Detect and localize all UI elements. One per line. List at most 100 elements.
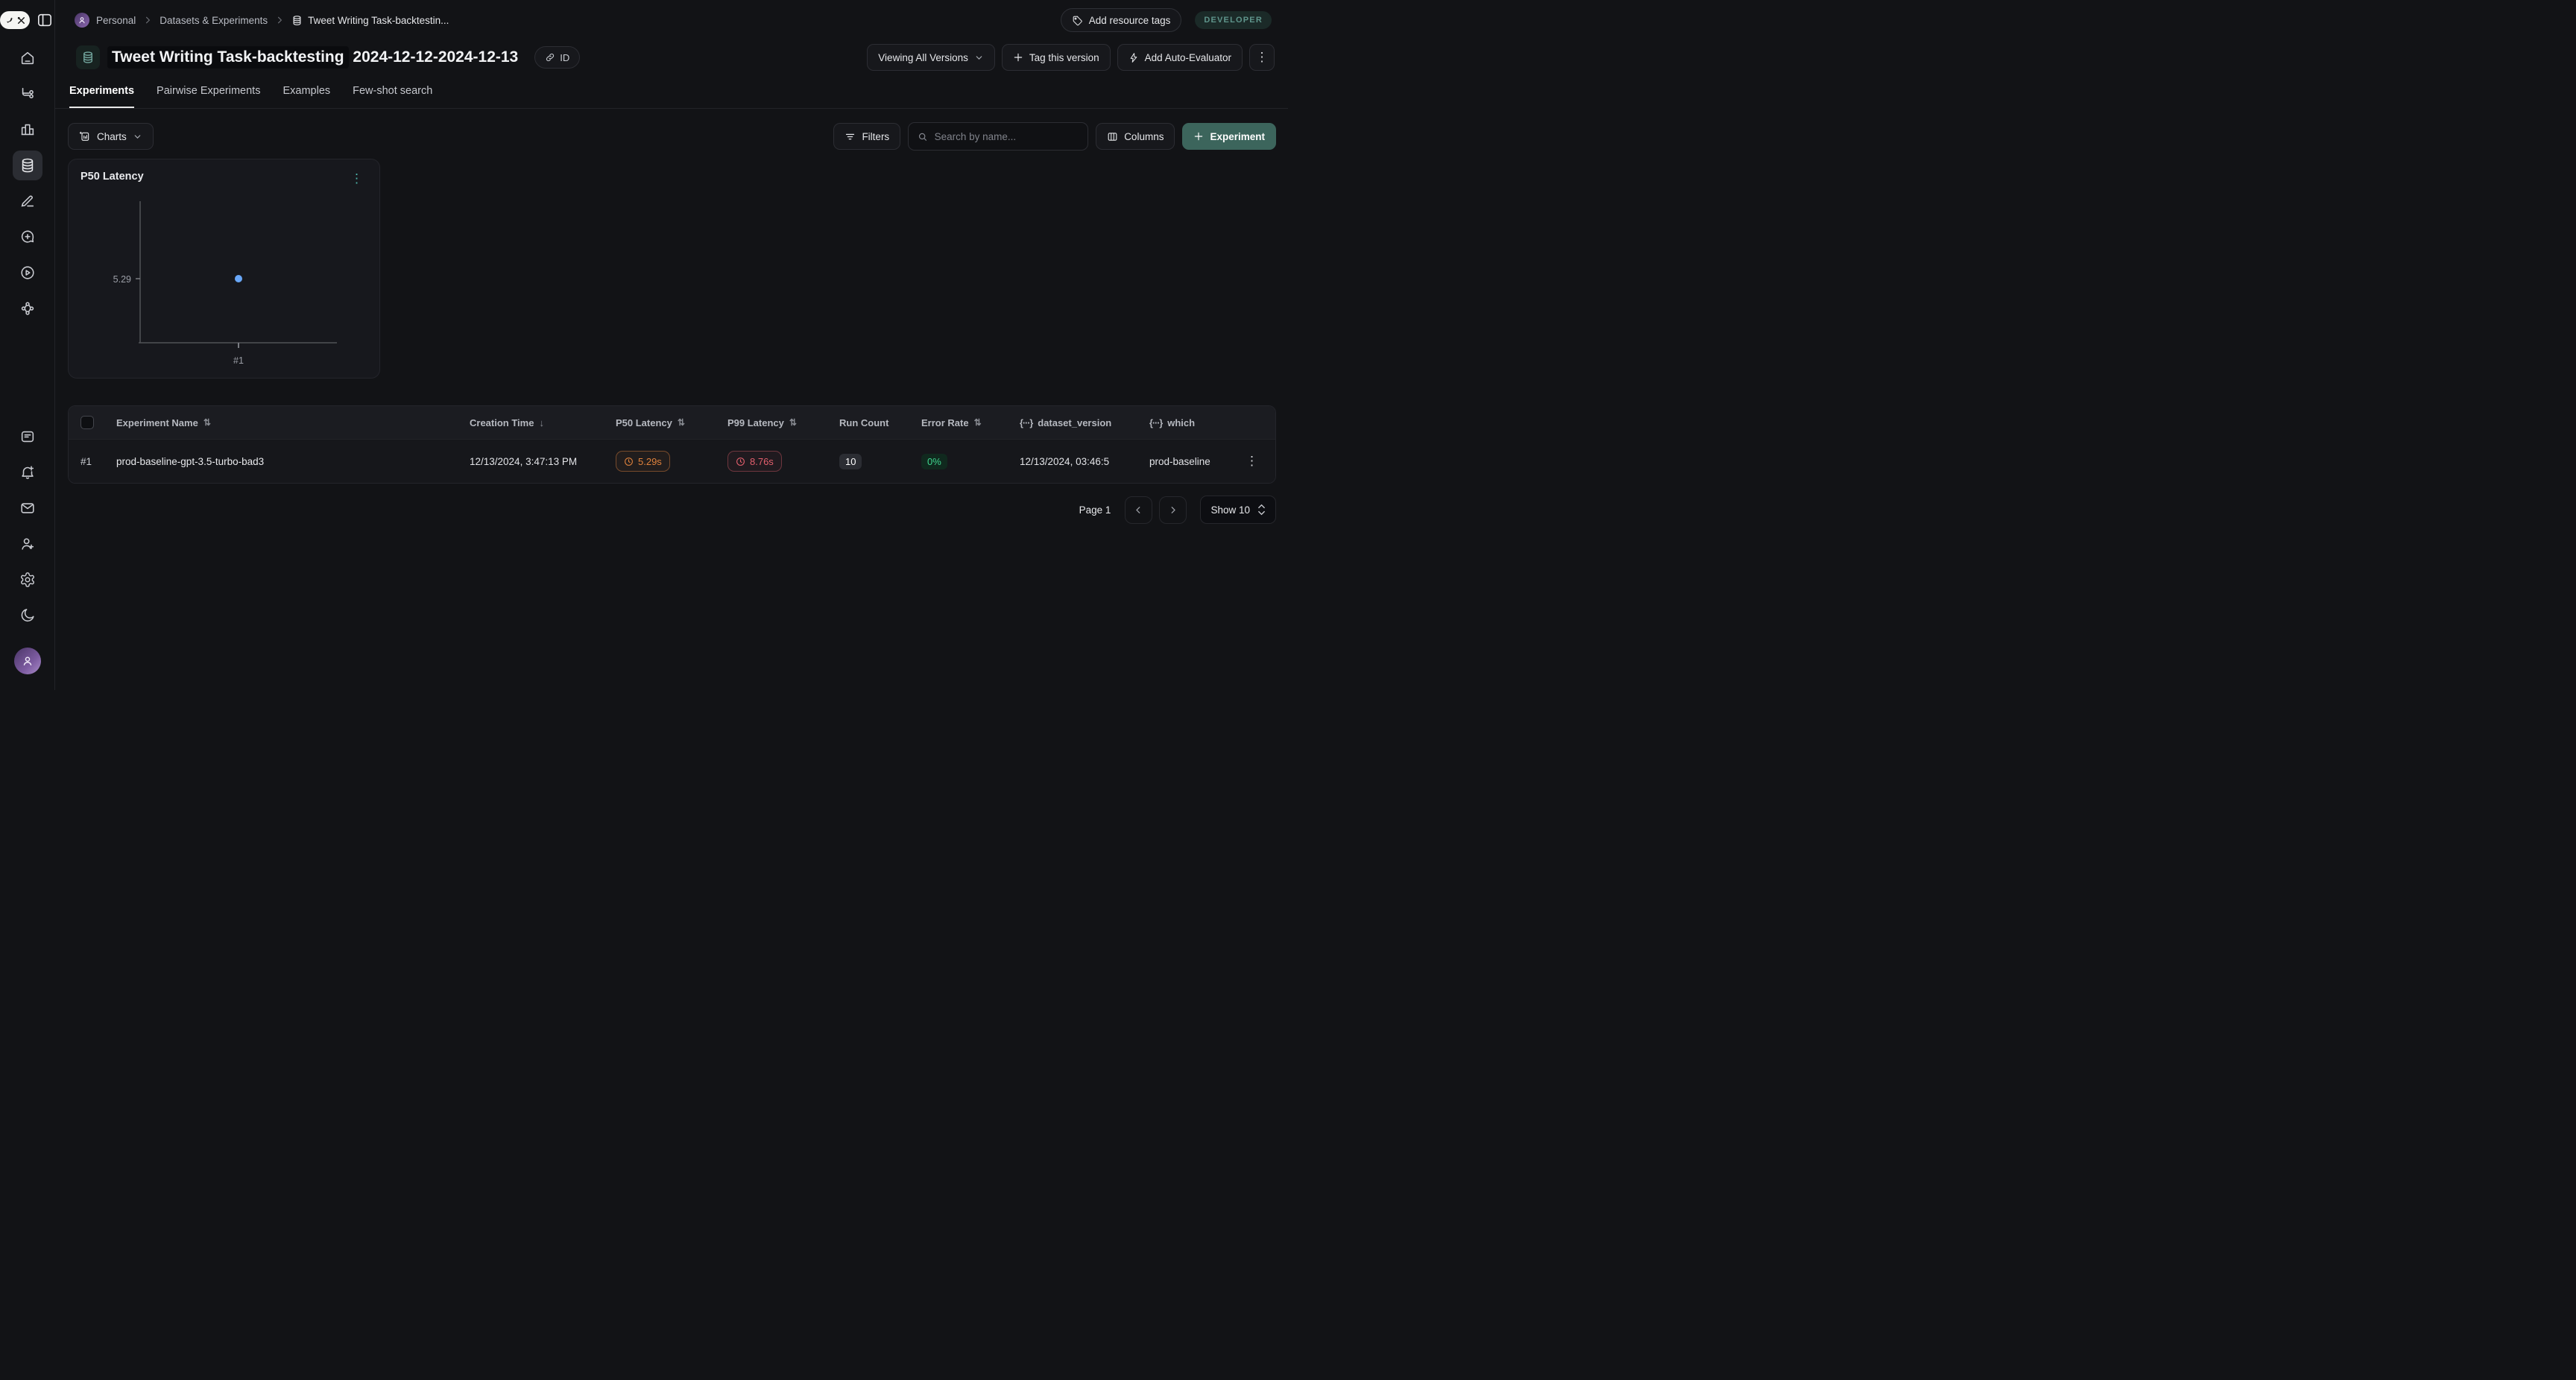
gear-icon xyxy=(19,572,36,588)
x-axis-tick-label: #1 xyxy=(233,355,244,366)
page-size-label: Show 10 xyxy=(1210,504,1250,516)
sidebar-item-prompts[interactable] xyxy=(13,222,42,252)
sidebar-item-tracing-projects[interactable] xyxy=(13,79,42,109)
column-header-run-count[interactable]: Run Count xyxy=(826,417,908,428)
copy-id-button[interactable]: ID xyxy=(534,46,580,69)
p50-latency-scatter-plot: 5.29 #1 xyxy=(75,195,373,370)
experiments-table: Experiment Name Creation Time P50 Latenc… xyxy=(68,405,1276,484)
sidebar-item-invite-user[interactable] xyxy=(13,529,42,559)
chevron-down-icon xyxy=(974,53,984,63)
dataset-more-menu-button[interactable]: ⋮ xyxy=(1249,44,1275,71)
charts-dropdown-button[interactable]: Charts xyxy=(68,123,154,150)
column-header-which[interactable]: which xyxy=(1136,417,1240,428)
add-auto-evaluator-button[interactable]: Add Auto-Evaluator xyxy=(1117,44,1243,71)
breadcrumb-current-label: Tweet Writing Task-backtestin... xyxy=(308,15,449,26)
tab-experiments[interactable]: Experiments xyxy=(69,85,134,108)
developer-badge: DEVELOPER xyxy=(1195,11,1272,29)
sort-icon[interactable] xyxy=(203,417,211,428)
datasets-icon xyxy=(19,157,36,174)
experiment-name-link[interactable]: prod-baseline-gpt-3.5-turbo-bad3 xyxy=(116,456,264,467)
sidebar-item-home[interactable] xyxy=(13,43,42,73)
dataset-name-editable[interactable]: Tweet Writing Task-backtesting xyxy=(107,46,349,69)
title-bar: Tweet Writing Task-backtesting 2024-12-1… xyxy=(55,40,1288,75)
sidebar-bottom xyxy=(13,422,42,690)
app-root: Personal Datasets & Experiments Tweet Wr… xyxy=(0,0,1288,690)
lightning-icon xyxy=(1128,52,1139,63)
sidebar-item-monitoring[interactable] xyxy=(13,115,42,145)
sidebar-item-datasets[interactable] xyxy=(13,151,42,180)
p50-latency-chart-card: P50 Latency ⋮ 5.29 #1 xyxy=(68,159,380,379)
which-value: prod-baseline xyxy=(1149,456,1210,467)
sidebar-item-annotation-queues[interactable] xyxy=(13,186,42,216)
workspace-avatar[interactable] xyxy=(75,13,89,28)
sort-icon[interactable] xyxy=(789,417,797,428)
tag-this-version-label: Tag this version xyxy=(1029,52,1099,63)
home-icon xyxy=(19,50,36,66)
sidebar-item-playground[interactable] xyxy=(13,258,42,288)
filters-button[interactable]: Filters xyxy=(833,123,900,150)
sidebar-item-docs[interactable] xyxy=(13,422,42,452)
pagination: Page 1 Show 10 xyxy=(55,496,1276,524)
stepper-icon xyxy=(1257,504,1266,516)
dataset-icon-tile xyxy=(76,45,100,69)
select-all-checkbox[interactable] xyxy=(80,416,94,429)
column-header-creation-time[interactable]: Creation Time xyxy=(456,417,602,428)
row-more-menu-button[interactable]: ⋮ xyxy=(1240,451,1264,472)
experiment-row-1[interactable]: #1 prod-baseline-gpt-3.5-turbo-bad3 12/1… xyxy=(69,439,1275,483)
sidebar-item-deployments[interactable] xyxy=(13,294,42,323)
next-page-button[interactable] xyxy=(1159,496,1187,524)
langsmith-logo[interactable] xyxy=(0,11,30,29)
scatter-point-experiment-1[interactable] xyxy=(235,275,242,282)
sidebar-item-mail[interactable] xyxy=(13,493,42,523)
user-plus-icon xyxy=(19,536,36,552)
search-box xyxy=(908,122,1088,151)
person-icon xyxy=(21,654,34,668)
previous-page-button[interactable] xyxy=(1125,496,1152,524)
search-input[interactable] xyxy=(935,131,1079,142)
tab-pairwise-experiments[interactable]: Pairwise Experiments xyxy=(157,85,260,108)
breadcrumb-section[interactable]: Datasets & Experiments xyxy=(160,15,268,26)
filter-lines-icon xyxy=(845,131,856,142)
tools-icon xyxy=(16,16,26,25)
tab-examples[interactable]: Examples xyxy=(282,85,330,108)
sidebar-item-settings[interactable] xyxy=(13,565,42,595)
breadcrumb-current[interactable]: Tweet Writing Task-backtestin... xyxy=(291,15,449,26)
chart-title: P50 Latency xyxy=(80,171,144,183)
person-icon xyxy=(78,16,86,25)
p50-latency-badge: 5.29s xyxy=(616,451,670,472)
tab-few-shot-search[interactable]: Few-shot search xyxy=(353,85,432,108)
page-size-select[interactable]: Show 10 xyxy=(1200,496,1276,524)
column-header-dataset-version[interactable]: dataset_version xyxy=(1006,417,1136,428)
columns-button[interactable]: Columns xyxy=(1096,123,1175,150)
tag-this-version-button[interactable]: Tag this version xyxy=(1002,44,1111,71)
column-header-error-rate[interactable]: Error Rate xyxy=(908,417,1006,428)
main-content: Personal Datasets & Experiments Tweet Wr… xyxy=(55,0,1288,690)
json-braces-icon xyxy=(1149,417,1162,428)
p99-latency-badge: 8.76s xyxy=(727,451,782,472)
charts-label: Charts xyxy=(97,131,127,142)
chart-menu-button[interactable]: ⋮ xyxy=(346,171,367,186)
column-header-p50-latency[interactable]: P50 Latency xyxy=(602,417,714,428)
sidebar-item-theme-toggle[interactable] xyxy=(13,601,42,630)
page-title: Tweet Writing Task-backtesting 2024-12-1… xyxy=(107,48,518,66)
viewing-versions-dropdown[interactable]: Viewing All Versions xyxy=(867,44,995,71)
add-resource-tags-button[interactable]: Add resource tags xyxy=(1061,8,1182,32)
column-header-p99-latency[interactable]: P99 Latency xyxy=(714,417,826,428)
breadcrumb-bar: Personal Datasets & Experiments Tweet Wr… xyxy=(55,0,1288,40)
column-header-experiment-name[interactable]: Experiment Name xyxy=(110,417,456,428)
collapse-sidebar-icon[interactable] xyxy=(35,10,54,30)
dashboards-icon xyxy=(19,121,36,138)
dataset-icon xyxy=(291,15,303,26)
dataset-version-value: 12/13/2024, 03:46:5 xyxy=(1020,456,1109,467)
row-index: #1 xyxy=(80,456,92,467)
json-braces-icon xyxy=(1020,417,1032,428)
add-auto-evaluator-label: Add Auto-Evaluator xyxy=(1145,52,1231,63)
sidebar xyxy=(0,0,55,690)
breadcrumb-workspace[interactable]: Personal xyxy=(96,15,136,26)
new-experiment-button[interactable]: Experiment xyxy=(1182,123,1276,150)
sort-icon[interactable] xyxy=(974,417,982,428)
sort-icon[interactable] xyxy=(678,417,685,428)
sidebar-item-alerts[interactable] xyxy=(13,458,42,487)
user-avatar[interactable] xyxy=(14,648,41,674)
sort-desc-icon[interactable] xyxy=(539,417,544,428)
